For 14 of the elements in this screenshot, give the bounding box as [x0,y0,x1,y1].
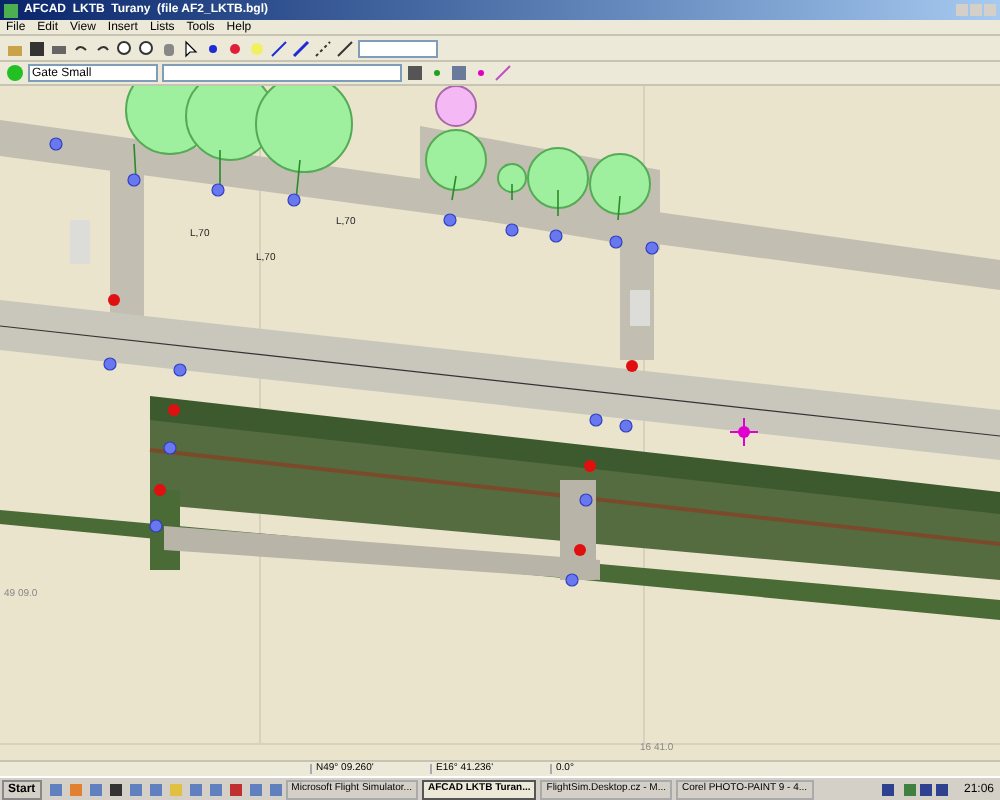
grid-icon[interactable] [450,64,468,82]
node-icon[interactable] [204,39,222,57]
hold-point-icon[interactable] [226,39,244,57]
status-light-icon [6,64,24,82]
grid-icon[interactable] [406,64,424,82]
dot-icon[interactable] [428,64,446,82]
line-icon[interactable] [292,39,310,57]
app-icon [4,3,18,17]
line-icon[interactable] [270,39,288,57]
dashed-line-icon[interactable] [314,39,332,57]
pointer-icon[interactable] [182,39,200,57]
dot-icon[interactable] [472,64,490,82]
save-icon[interactable] [28,39,46,57]
line-icon[interactable] [336,39,354,57]
